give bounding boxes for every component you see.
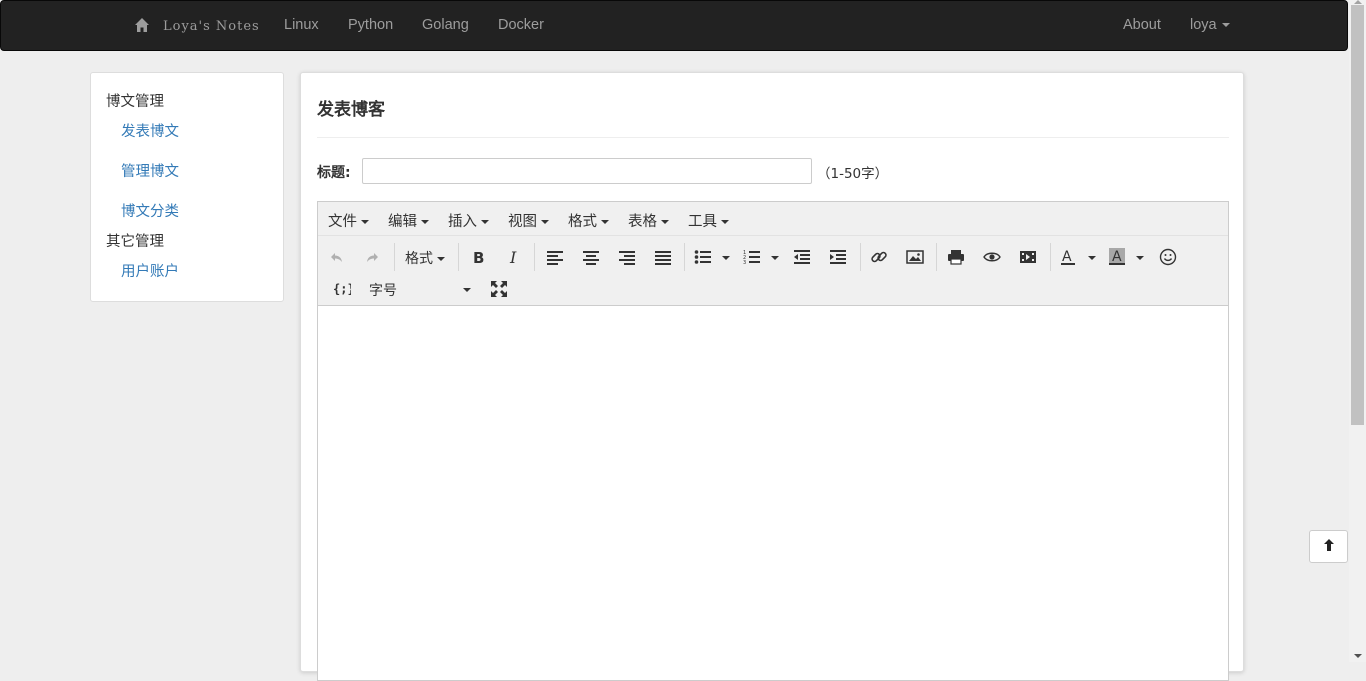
title-label: 标题: (317, 165, 351, 181)
home-icon[interactable] (134, 17, 152, 35)
outdent-icon[interactable] (789, 244, 815, 270)
sidebar-item-category[interactable]: 博文分类 (121, 200, 179, 221)
svg-text:{;}: {;} (333, 282, 351, 296)
align-right-icon[interactable] (614, 244, 640, 270)
svg-text:3: 3 (743, 260, 746, 265)
menu-edit[interactable]: 编辑 (388, 210, 429, 231)
sidebar-item-manage[interactable]: 管理博文 (121, 160, 179, 181)
print-icon[interactable] (943, 244, 969, 270)
menu-file[interactable]: 文件 (328, 210, 369, 231)
link-icon[interactable] (866, 244, 892, 270)
nav-link-golang[interactable]: Golang (422, 17, 469, 33)
toolbar-separator (458, 243, 459, 271)
fontsize-dropdown-label[interactable]: 字号 (369, 280, 397, 300)
main-panel: 发表博客 标题: （1-50字） 文件 编辑 插入 视图 格式 表格 工具 格式 (300, 72, 1244, 681)
sidebar-item-publish[interactable]: 发表博文 (121, 120, 179, 141)
svg-text:B: B (473, 249, 484, 265)
toolbar-separator (534, 243, 535, 271)
menu-format[interactable]: 格式 (568, 210, 609, 231)
chevron-down-icon (721, 220, 729, 224)
fullscreen-icon[interactable] (486, 276, 512, 302)
emoticons-icon[interactable] (1155, 244, 1181, 270)
nav-link-linux[interactable]: Linux (284, 17, 319, 33)
chevron-down-icon[interactable] (1136, 256, 1144, 260)
sidebar-heading-other: 其它管理 (106, 234, 164, 250)
menu-insert[interactable]: 插入 (448, 210, 489, 231)
title-hint: （1-50字） (817, 166, 889, 182)
image-icon[interactable] (902, 244, 928, 270)
redo-icon[interactable] (359, 244, 385, 270)
sidebar-heading-blog: 博文管理 (106, 94, 164, 110)
background-color-icon[interactable]: A (1104, 244, 1130, 270)
page-title: 发表博客 (317, 100, 385, 120)
editor-content-area[interactable] (318, 306, 1228, 680)
scroll-down-arrow-icon[interactable] (1354, 654, 1362, 658)
align-left-icon[interactable] (542, 244, 568, 270)
chevron-down-icon (541, 220, 549, 224)
brand-link[interactable]: Loya's Notes (163, 19, 260, 34)
toolbar-separator (684, 243, 685, 271)
chevron-down-icon (437, 257, 445, 261)
menu-view[interactable]: 视图 (508, 210, 549, 231)
svg-text:I: I (509, 249, 517, 265)
bullet-list-icon[interactable] (690, 244, 716, 270)
code-icon[interactable]: {;} (329, 276, 355, 302)
media-icon[interactable] (1015, 244, 1041, 270)
sidebar-item-account[interactable]: 用户账户 (121, 260, 179, 281)
editor-menubar: 文件 编辑 插入 视图 格式 表格 工具 (318, 202, 1228, 236)
numbered-list-icon[interactable]: 123 (739, 244, 765, 270)
chevron-down-icon (481, 220, 489, 224)
divider (317, 137, 1229, 138)
chevron-down-icon (601, 220, 609, 224)
arrow-up-icon (1323, 538, 1335, 556)
undo-icon[interactable] (324, 244, 350, 270)
chevron-down-icon (421, 220, 429, 224)
menu-table[interactable]: 表格 (628, 210, 669, 231)
nav-link-docker[interactable]: Docker (498, 17, 544, 33)
back-to-top-button[interactable] (1309, 530, 1348, 563)
chevron-down-icon (661, 220, 669, 224)
sidebar: 博文管理 发表博文 管理博文 博文分类 其它管理 用户账户 (90, 72, 284, 302)
top-navbar: Loya's Notes Linux Python Golang Docker … (0, 0, 1348, 51)
toolbar-separator (1050, 243, 1051, 271)
toolbar-separator (860, 243, 861, 271)
rich-text-editor: 文件 编辑 插入 视图 格式 表格 工具 格式 B I 1 2 3 A A {;… (317, 201, 1229, 681)
menu-tools[interactable]: 工具 (688, 210, 729, 231)
chevron-down-icon[interactable] (722, 256, 730, 260)
chevron-down-icon (361, 220, 369, 224)
chevron-down-icon (1221, 23, 1230, 28)
indent-icon[interactable] (825, 244, 851, 270)
chevron-down-icon[interactable] (1088, 256, 1096, 260)
user-name: loya (1190, 17, 1217, 33)
align-center-icon[interactable] (578, 244, 604, 270)
user-menu[interactable]: loya (1190, 17, 1230, 33)
nav-link-about[interactable]: About (1123, 17, 1161, 33)
italic-icon[interactable]: I (501, 244, 527, 270)
scrollbar-thumb[interactable] (1351, 5, 1364, 425)
format-dropdown[interactable]: 格式 (405, 248, 445, 268)
preview-icon[interactable] (979, 244, 1005, 270)
svg-text:A: A (1112, 249, 1122, 265)
scroll-up-arrow-icon[interactable] (1354, 0, 1362, 4)
align-justify-icon[interactable] (650, 244, 676, 270)
svg-text:A: A (1062, 249, 1072, 265)
chevron-down-icon[interactable] (463, 288, 471, 292)
nav-link-python[interactable]: Python (348, 17, 393, 33)
editor-toolbar: 格式 B I 1 2 3 A A {; 字号 (318, 236, 1228, 306)
title-input[interactable] (362, 158, 812, 184)
toolbar-separator (936, 243, 937, 271)
bold-icon[interactable]: B (465, 244, 491, 270)
toolbar-separator (394, 243, 395, 271)
chevron-down-icon[interactable] (771, 256, 779, 260)
text-color-icon[interactable]: A (1055, 244, 1081, 270)
